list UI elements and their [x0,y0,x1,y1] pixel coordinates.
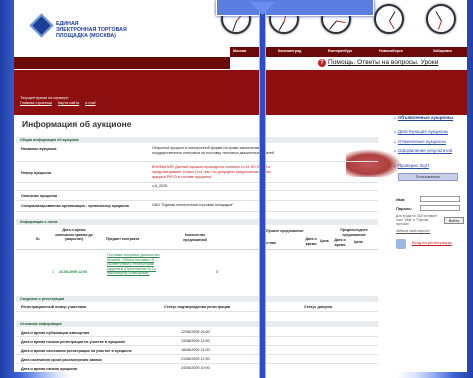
col-num: № [36,237,40,241]
city-label: Хабаровск [433,49,452,53]
section-basic: Основная информация [16,321,378,327]
user-button[interactable]: Пользователь [398,173,458,181]
password-input[interactable] [420,205,460,211]
row-key: Дата и время публикации извещения [21,331,90,335]
nav-email-link[interactable]: e-mail [85,101,95,105]
table-row: Дата и время публикации извещения 12/08/… [16,328,378,337]
sidebar-item-results[interactable]: Оформление результатов [394,148,454,154]
login-input[interactable] [420,196,460,202]
row-key: Название аукциона [21,147,57,151]
sidebar: Объявленные аукционы Действующие аукцион… [394,113,467,372]
col-prev-datetime: Дата и время [334,238,346,247]
brand-line: ПЛОЩАДКА (МОСКВА) [56,33,116,39]
col-date: Дата и время окончания приема до (закрыт… [55,228,93,241]
table-row: Дата и время начала регистрации на участ… [16,337,378,346]
brand-title: ЕДИНАЯ ЭЛЕКТРОННАЯ ТОРГОВАЯ ПЛОЩАДКА (МО… [56,21,127,39]
section-lots: Информация о лотах [16,219,378,225]
main-content: Информация об аукционе Общая информация … [14,115,380,372]
help-link[interactable]: Помощь. Ответы на вопросы. Уроки [328,59,438,66]
lot-date: 24.08.2009 12:00 [59,270,88,274]
col-subject: Предмет контракта [106,237,140,241]
sidebar-item-announced[interactable]: Объявленные аукционы [394,115,456,121]
col-prev-price: Цена [354,240,363,244]
nav-sitemap-link[interactable]: Карта сайта [58,101,79,105]
row-key: Номер аукциона [21,171,51,175]
section-general: Общая информация об аукционе [16,137,378,143]
table-row: Дата и время окончания регистрации на уч… [16,346,378,355]
lot-subject-link[interactable]: Поставка тепловых декольтных печатей. Об… [107,253,163,276]
row-value: 24/08/2009 10:00 [181,366,210,370]
clock-khabarovsk-icon [426,4,456,34]
slide-frame-top [216,0,374,16]
city-label: Новосибирск [379,49,403,53]
table-row: Номер аукциона ВНИМАНИЕ! Данный аукцион … [16,163,378,183]
col-price: Цена [320,239,329,243]
login-label: Имя: [396,197,406,202]
help-icon[interactable]: ? [318,59,326,67]
row-key: Дата и время окончания регистрации на уч… [21,349,132,353]
row-key: Дата окончания срока рассмотрения заявок [21,358,102,362]
hero-banner: Текущее время на сервере: Главная страни… [14,70,467,177]
clock-novosibirsk-icon [374,4,404,34]
reg-col-admission: Статус допуска [304,305,333,309]
lot-num: 1 [52,270,54,274]
col-qty: Количество предложений [183,233,207,242]
register-icon [396,239,406,249]
nav-home-link[interactable]: Главная страница [20,101,52,105]
reg-col-number: Регистрационный номер участника [21,305,87,309]
table-row: Специализированная организация - организ… [16,201,378,212]
col-prev: Предпоследнее предложение [340,228,368,237]
table-row: Описание аукциона [16,192,378,201]
login-button[interactable]: Войти [444,217,464,224]
city-label: Калининград [278,49,302,53]
top-nav: Текущее время на сервере: Главная страни… [20,96,101,106]
table-row: Название аукциона Открытый аукцион в эле… [16,144,378,162]
reg-col-status: Статус подтверждения регистрации [164,305,231,309]
row-key: Дата и время начала регистрации на участ… [21,340,126,344]
city-label: Екатеринбург [328,49,353,53]
sidebar-item-cancelled[interactable]: Отмененные аукционы [394,139,446,145]
lots-table-header: № Дата и время окончания приема до (закр… [16,228,378,250]
city-label: Москва [233,49,247,53]
table-row: з.А_0025 [16,183,378,191]
page-title: Информация об аукционе [22,119,132,129]
row-key: Описание аукциона [21,194,58,198]
row-key: Специализированная организация - организ… [21,204,129,208]
browser-page: ЕДИНАЯ ЭЛЕКТРОННАЯ ТОРГОВАЯ ПЛОЩАДКА (МО… [14,0,467,372]
col-datetime: Дата и время [305,237,317,246]
logo-icon [29,13,54,38]
register-link[interactable]: Вход на регистрацию [412,240,452,245]
header-bar [14,57,230,69]
row-key: Дата и время начала аукциона [21,367,78,371]
row-value: 18/08/2009 12:00 [181,348,210,352]
row-value: 21/08/2009 12:00 [181,357,210,361]
row-value: 13/08/2009 12:00 [181,339,210,343]
forgot-password-link[interactable]: Забыли свой пароль? [396,229,430,233]
col-best: Лучшее предложение [266,229,304,233]
slide-divider [259,12,266,378]
lot-qty: 0 [216,270,218,274]
sidebar-item-signature[interactable]: Проверки ЭЦП [394,163,429,169]
password-label: Пароль: [396,206,413,211]
section-registration: Сведения о регистрации [16,296,378,302]
registration-header: Регистрационный номер участника Статус п… [16,303,378,312]
login-note: Для входа по ЭЦП вставьте поле "Имя" и "… [396,214,438,226]
table-row: Дата окончания срока рассмотрения заявок… [16,355,378,364]
table-row: Дата и время начала аукциона 24/08/2009 … [16,364,378,372]
sidebar-item-active[interactable]: Действующие аукционы [394,129,448,135]
row-value: 12/08/2009 16:00 [181,330,210,334]
